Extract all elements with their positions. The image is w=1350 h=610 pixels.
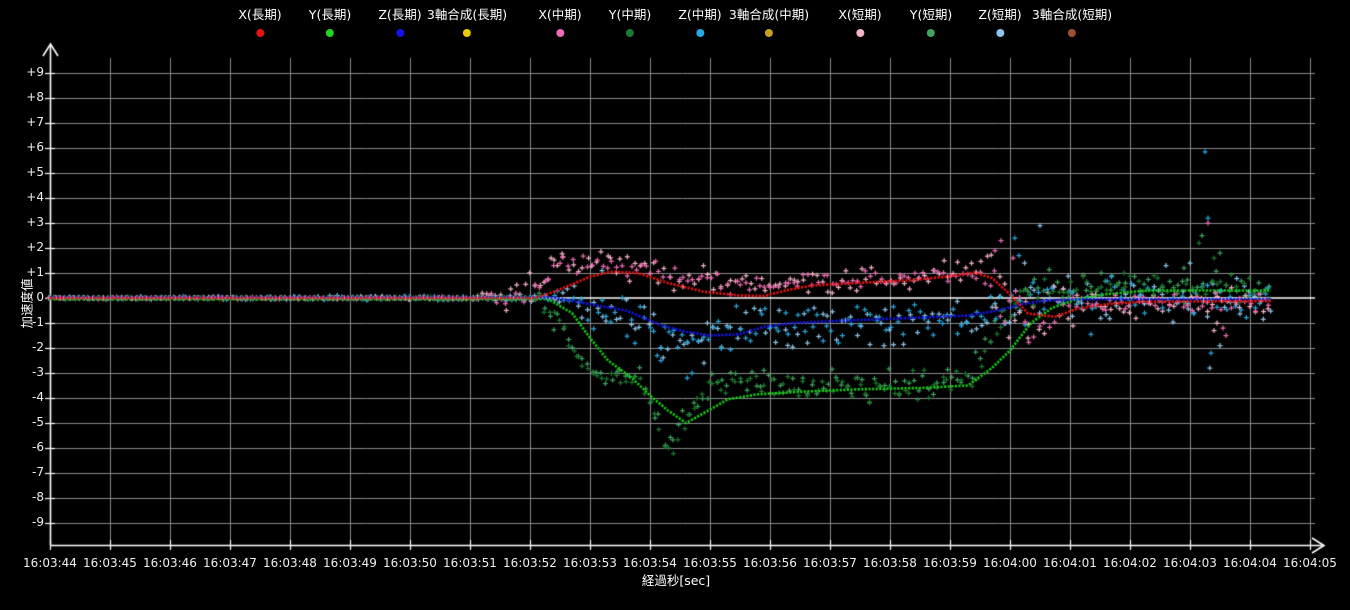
- x-tick-label: 16:03:53: [558, 556, 622, 570]
- legend-label: Z(短期): [978, 8, 1021, 22]
- x-tick-label: 16:04:04: [1218, 556, 1282, 570]
- x-axis-title: 経過秒[sec]: [616, 570, 736, 589]
- legend-item: Y(短期): [910, 8, 952, 41]
- y-tick-label: +5: [10, 165, 44, 179]
- legend-color-dot-icon: [1068, 29, 1076, 37]
- x-tick-label: 16:03:54: [618, 556, 682, 570]
- y-tick-label: -3: [10, 365, 44, 379]
- y-tick-label: -5: [10, 415, 44, 429]
- y-tick-label: -6: [10, 440, 44, 454]
- legend-item: 3軸合成(長期): [427, 8, 507, 41]
- y-tick-label: -9: [10, 515, 44, 529]
- x-tick-label: 16:03:55: [678, 556, 742, 570]
- x-tick-label: 16:03:48: [258, 556, 322, 570]
- y-tick-label: +2: [10, 240, 44, 254]
- x-tick-label: 16:03:45: [78, 556, 142, 570]
- legend-item: X(長期): [238, 8, 281, 41]
- legend-color-dot-icon: [556, 29, 564, 37]
- legend-color-dot-icon: [626, 29, 634, 37]
- legend-label: Y(短期): [910, 8, 952, 22]
- acceleration-chart-window: X(長期) Y(長期) Z(長期) 3軸合成(長期) X(中期) Y(中期) Z(中期) 3軸…: [0, 0, 1350, 610]
- x-tick-label: 16:04:02: [1098, 556, 1162, 570]
- y-tick-label: +4: [10, 190, 44, 204]
- legend-label: 3軸合成(中期): [729, 8, 809, 22]
- legend-item: Y(長期): [309, 8, 351, 41]
- legend-item: Y(中期): [609, 8, 651, 41]
- x-tick-label: 16:03:46: [138, 556, 202, 570]
- x-tick-label: 16:04:01: [1038, 556, 1102, 570]
- legend: X(長期) Y(長期) Z(長期) 3軸合成(長期) X(中期) Y(中期) Z(中期) 3軸…: [0, 0, 1350, 40]
- legend-item: Z(短期): [978, 8, 1021, 41]
- legend-label: Y(中期): [609, 8, 651, 22]
- legend-label: X(中期): [538, 8, 581, 22]
- x-tick-label: 16:03:58: [858, 556, 922, 570]
- legend-item: 3軸合成(短期): [1032, 8, 1112, 41]
- y-tick-label: +8: [10, 90, 44, 104]
- x-tick-label: 16:03:52: [498, 556, 562, 570]
- x-tick-label: 16:04:05: [1278, 556, 1342, 570]
- legend-label: Z(中期): [678, 8, 721, 22]
- legend-color-dot-icon: [765, 29, 773, 37]
- x-tick-label: 16:03:47: [198, 556, 262, 570]
- y-tick-label: -4: [10, 390, 44, 404]
- legend-item: Z(中期): [678, 8, 721, 41]
- legend-color-dot-icon: [463, 29, 471, 37]
- y-tick-label: 0: [10, 290, 44, 304]
- legend-color-dot-icon: [996, 29, 1004, 37]
- legend-label: 3軸合成(長期): [427, 8, 507, 22]
- y-tick-label: +1: [10, 265, 44, 279]
- y-tick-label: -2: [10, 340, 44, 354]
- x-tick-label: 16:03:59: [918, 556, 982, 570]
- x-tick-label: 16:04:00: [978, 556, 1042, 570]
- x-tick-label: 16:03:56: [738, 556, 802, 570]
- legend-color-dot-icon: [856, 29, 864, 37]
- legend-color-dot-icon: [696, 29, 704, 37]
- legend-item: Z(長期): [378, 8, 421, 41]
- legend-label: Z(長期): [378, 8, 421, 22]
- x-tick-label: 16:04:03: [1158, 556, 1222, 570]
- y-tick-label: +3: [10, 215, 44, 229]
- y-tick-label: +9: [10, 65, 44, 79]
- x-tick-label: 16:03:49: [318, 556, 382, 570]
- legend-item: X(短期): [838, 8, 881, 41]
- chart-canvas: [0, 0, 1350, 610]
- y-tick-label: -1: [10, 315, 44, 329]
- y-tick-label: -8: [10, 490, 44, 504]
- legend-label: 3軸合成(短期): [1032, 8, 1112, 22]
- x-tick-label: 16:03:50: [378, 556, 442, 570]
- y-tick-label: -7: [10, 465, 44, 479]
- legend-color-dot-icon: [927, 29, 935, 37]
- legend-label: X(短期): [838, 8, 881, 22]
- x-tick-label: 16:03:44: [18, 556, 82, 570]
- legend-item: X(中期): [538, 8, 581, 41]
- x-tick-label: 16:03:51: [438, 556, 502, 570]
- legend-item: 3軸合成(中期): [729, 8, 809, 41]
- legend-color-dot-icon: [326, 29, 334, 37]
- x-tick-label: 16:03:57: [798, 556, 862, 570]
- y-tick-label: +6: [10, 140, 44, 154]
- legend-color-dot-icon: [396, 29, 404, 37]
- legend-color-dot-icon: [256, 29, 264, 37]
- legend-label: X(長期): [238, 8, 281, 22]
- legend-label: Y(長期): [309, 8, 351, 22]
- y-tick-label: +7: [10, 115, 44, 129]
